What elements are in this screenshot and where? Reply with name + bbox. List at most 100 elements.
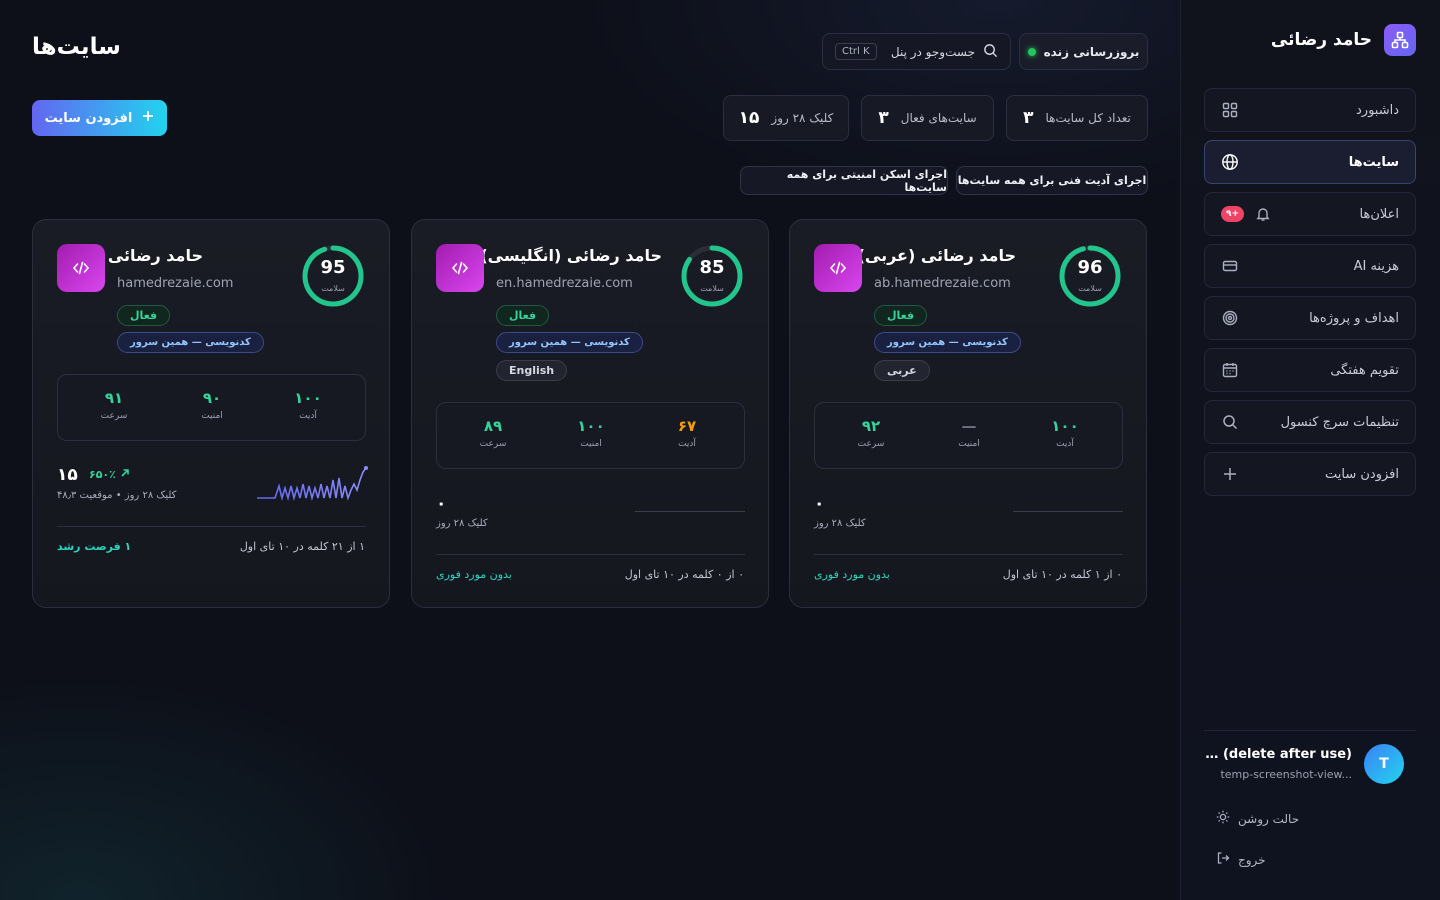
clicks-sparkline-empty	[635, 511, 745, 512]
sidebar-divider	[1204, 730, 1416, 731]
sidebar-item-label: داشبورد	[1356, 102, 1399, 118]
sidebar-item-goals[interactable]: اهداف و پروژه‌ها	[1204, 296, 1416, 340]
sidebar-item-label: هزینه AI	[1353, 258, 1399, 274]
search-icon	[1221, 413, 1239, 431]
language-badge: English	[496, 360, 568, 381]
add-site-button[interactable]: افزودن سایت	[32, 100, 167, 136]
site-title: حامد رضائی (انگلیسی)	[480, 246, 662, 265]
search-icon	[983, 43, 998, 61]
health-score-label: سلامت	[1078, 284, 1102, 293]
status-badge: فعال	[874, 305, 928, 326]
growth-indicator: ۶۵۰٪	[89, 468, 130, 481]
main-content: سایت‌ها بروزرسانی زنده جست‌وجو در پنل Ct…	[0, 0, 1180, 900]
clicks-value: ۱۵	[57, 465, 78, 485]
plus-icon	[1221, 465, 1239, 483]
health-score-value: 95	[320, 257, 346, 278]
clicks-value: ۰	[814, 494, 825, 514]
server-badge: کدنویسی — همین سرور	[496, 332, 643, 353]
clicks-sparkline-empty	[1013, 511, 1123, 512]
health-score-label: سلامت	[700, 284, 724, 293]
sidebar-nav: داشبورد سایت‌ها اعلان‌ها +۹ هزینه AI	[1204, 88, 1416, 496]
site-domain[interactable]: hamedrezaie.com	[117, 276, 233, 291]
run-tech-audit-button[interactable]: اجرای آدیت فنی برای همه سایت‌ها	[956, 166, 1148, 195]
card-divider	[814, 554, 1123, 555]
keyword-ranking-summary: ۰ از ۱ کلمه در ۱۰ تای اول	[1002, 568, 1122, 581]
clicks-value: ۰	[436, 494, 447, 514]
metric-security: — امنیت	[958, 417, 980, 449]
bell-icon	[1254, 205, 1272, 223]
server-badge: کدنویسی — همین سرور	[874, 332, 1021, 353]
sidebar-item-sites[interactable]: سایت‌ها	[1204, 140, 1416, 184]
card-divider	[57, 526, 366, 527]
live-update-button[interactable]: بروزرسانی زنده	[1019, 33, 1148, 70]
metric-speed: ۸۹ سرعت	[479, 417, 507, 449]
user-email: temp-screenshot-view...	[1220, 768, 1352, 781]
sidebar-item-label: اعلان‌ها	[1359, 206, 1400, 222]
calendar-icon	[1221, 361, 1239, 379]
search-input[interactable]: جست‌وجو در پنل Ctrl K	[822, 33, 1011, 70]
stat-active-sites: سایت‌های فعال ۳	[861, 95, 994, 141]
sidebar-item-label: سایت‌ها	[1348, 154, 1399, 170]
sidebar-item-dashboard[interactable]: داشبورد	[1204, 88, 1416, 132]
sidebar-item-label: افزودن سایت	[1325, 466, 1399, 482]
site-title: حامد رضائی	[107, 246, 203, 265]
sidebar-item-notifications[interactable]: اعلان‌ها +۹	[1204, 192, 1416, 236]
avatar: T	[1364, 744, 1404, 784]
sidebar-item-search-console[interactable]: تنظیمات سرچ کنسول	[1204, 400, 1416, 444]
sidebar-item-calendar[interactable]: تقویم هفتگی	[1204, 348, 1416, 392]
live-status-dot	[1027, 47, 1036, 56]
site-domain[interactable]: ab.hamedrezaie.com	[874, 276, 1011, 291]
user-profile[interactable]: T … (delete after use) temp-screenshot-v…	[1205, 744, 1404, 784]
stat-label: کلیک ۲۸ روز	[771, 111, 834, 125]
site-card-arabic[interactable]: 96 سلامت حامد رضائی (عربی) ab.hamedrezai…	[789, 219, 1147, 608]
language-badge: عربی	[874, 360, 930, 381]
clicks-label: کلیک ۲۸ روز	[814, 518, 866, 529]
stat-value: ۳	[1023, 108, 1034, 128]
server-badge: کدنویسی — همین سرور	[117, 332, 264, 353]
sidebar: حامد رضائی داشبورد سایت‌ها اعلان‌ها +۹	[1180, 0, 1440, 900]
sidebar-item-label: اهداف و پروژه‌ها	[1309, 310, 1399, 326]
site-domain[interactable]: en.hamedrezaie.com	[496, 276, 633, 291]
credit-card-icon	[1221, 257, 1239, 275]
site-title: حامد رضائی (عربی)	[857, 246, 1016, 265]
metric-audit: ۶۷ آدیت	[677, 417, 697, 449]
clicks-label: کلیک ۲۸ روز • موقعیت ۴۸٫۳	[57, 490, 177, 501]
site-card-english[interactable]: 85 سلامت حامد رضائی (انگلیسی) en.hamedre…	[411, 219, 769, 608]
health-score-value: 96	[1077, 257, 1103, 278]
stat-label: تعداد کل سایت‌ها	[1045, 111, 1131, 125]
brand-logo-icon	[1384, 24, 1416, 56]
brand[interactable]: حامد رضائی	[1271, 24, 1416, 56]
sun-icon	[1216, 810, 1230, 827]
metrics-panel: ۱۰۰ آدیت — امنیت ۹۲ سرعت	[814, 402, 1123, 469]
plus-icon	[142, 110, 154, 126]
run-security-scan-button[interactable]: اجرای اسکن امنیتی برای همه سایت‌ها	[740, 166, 948, 195]
grid-icon	[1221, 101, 1239, 119]
urgent-items-status[interactable]: بدون مورد فوری	[814, 568, 890, 581]
metrics-panel: ۱۰۰ آدیت ۹۰ امنیت ۹۱ سرعت	[57, 374, 366, 441]
target-icon	[1221, 309, 1239, 327]
keyword-ranking-summary: ۱ از ۲۱ کلمه در ۱۰ تای اول	[239, 540, 365, 553]
page-title: سایت‌ها	[32, 34, 121, 60]
site-card-main[interactable]: 95 سلامت حامد رضائی hamedrezaie.com فعال…	[32, 219, 390, 608]
metric-audit: ۱۰۰ آدیت	[1051, 417, 1079, 449]
logout-icon	[1216, 851, 1230, 868]
growth-value: ۶۵۰٪	[89, 468, 116, 481]
clicks-sparkline	[257, 466, 368, 502]
logout-button[interactable]: خروج	[1216, 851, 1266, 868]
sidebar-item-label: تنظیمات سرچ کنسول	[1280, 414, 1399, 430]
user-name: … (delete after use)	[1205, 747, 1352, 762]
theme-toggle-button[interactable]: حالت روشن	[1216, 810, 1299, 827]
metric-security: ۹۰ امنیت	[201, 389, 223, 421]
brand-name: حامد رضائی	[1270, 30, 1372, 50]
sidebar-item-ai-cost[interactable]: هزینه AI	[1204, 244, 1416, 288]
growth-opportunity-link[interactable]: ۱ فرصت رشد	[57, 540, 131, 553]
arrow-up-right-icon	[120, 468, 130, 481]
stat-total-sites: تعداد کل سایت‌ها ۳	[1006, 95, 1148, 141]
metrics-panel: ۶۷ آدیت ۱۰۰ امنیت ۸۹ سرعت	[436, 402, 745, 469]
urgent-items-status[interactable]: بدون مورد فوری	[436, 568, 512, 581]
sidebar-item-add-site[interactable]: افزودن سایت	[1204, 452, 1416, 496]
sidebar-item-label: تقویم هفتگی	[1330, 362, 1399, 378]
metric-speed: ۹۱ سرعت	[100, 389, 128, 421]
search-label: جست‌وجو در پنل	[890, 44, 975, 59]
keyword-ranking-summary: ۰ از ۰ کلمه در ۱۰ تای اول	[624, 568, 744, 581]
